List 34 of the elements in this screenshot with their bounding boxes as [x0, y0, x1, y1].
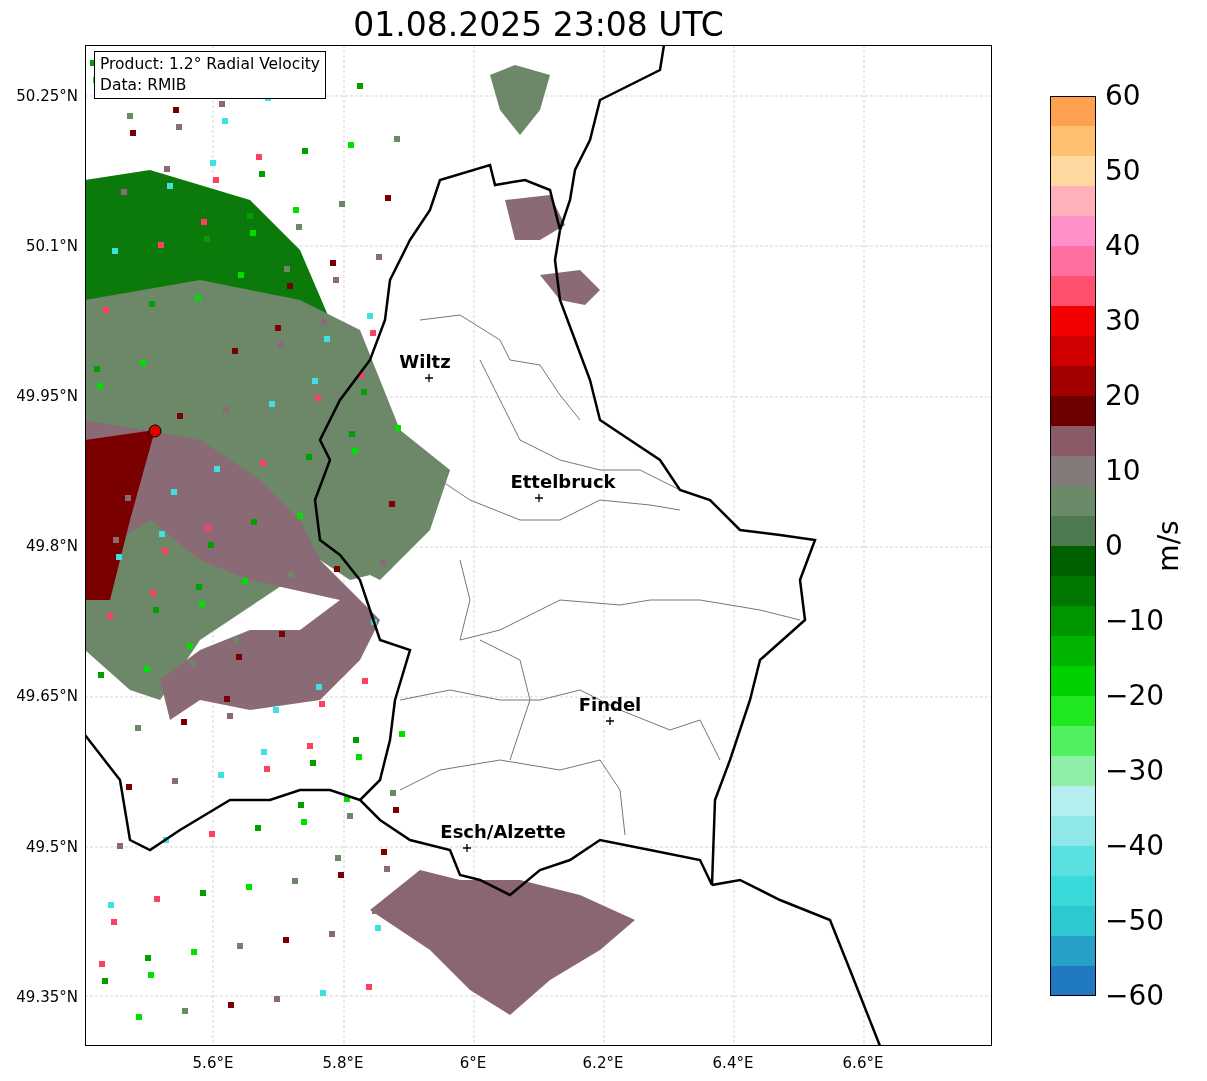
- latitude-label: 50.25°N: [16, 87, 78, 105]
- info-text: Product: 1.2° Radial Velocity: [100, 54, 320, 75]
- longitude-label: 6.4°E: [712, 1054, 754, 1072]
- latitude-label: 49.95°N: [16, 387, 78, 406]
- longitude-label: 6.6°E: [842, 1054, 884, 1072]
- colorbar-tick-label: 50: [1105, 157, 1141, 185]
- latitude-label: 49.8°N: [25, 537, 78, 556]
- latitude-label: 49.5°N: [25, 837, 78, 856]
- longitude-label: 5.8°E: [322, 1054, 364, 1072]
- colorbar-label: m/s: [1151, 520, 1185, 572]
- colorbar-tick-label: −50: [1105, 907, 1165, 935]
- latitude-label: 49.65°N: [16, 687, 78, 706]
- longitude-label: 6°E: [459, 1054, 487, 1072]
- colorbar-tick-label: 40: [1105, 232, 1141, 260]
- colorbar-tick-label: 60: [1105, 82, 1141, 110]
- place-label: Wiltz: [399, 351, 451, 372]
- colorbar-tick-label: −20: [1105, 682, 1165, 710]
- colorbar-tick-label: 30: [1105, 307, 1141, 335]
- info-text: Data: RMIB: [100, 75, 188, 96]
- latitude-label: 49.35°N: [16, 987, 78, 1006]
- colorbar-tick-label: 0: [1105, 532, 1123, 560]
- colorbar-tick-label: −40: [1105, 832, 1165, 860]
- place-label: Esch/Alzette: [440, 821, 566, 842]
- colorbar-tick-label: −30: [1105, 757, 1165, 785]
- latitude-label: 50.1°N: [25, 237, 78, 256]
- longitude-label: 6.2°E: [582, 1054, 624, 1072]
- chart-title: 01.08.2025 23:08 UTC: [352, 4, 725, 45]
- colorbar-tick-label: −10: [1105, 607, 1165, 635]
- place-label: Findel: [578, 694, 642, 715]
- place-label: Ettelbruck: [510, 471, 616, 492]
- colorbar-tick-label: −60: [1105, 982, 1165, 1010]
- colorbar-tick-label: 10: [1105, 457, 1141, 485]
- colorbar-tick-label: 20: [1105, 382, 1141, 410]
- longitude-label: 5.6°E: [192, 1054, 234, 1072]
